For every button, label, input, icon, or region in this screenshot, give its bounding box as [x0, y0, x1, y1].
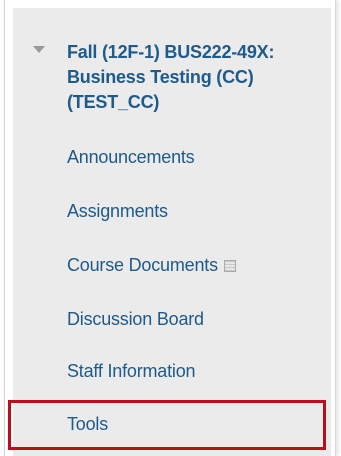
menu-item-staff-information[interactable]: Staff Information: [13, 346, 331, 396]
menu-item-label: Tools: [67, 414, 109, 434]
screenshot-frame: Fall (12F-1) BUS222-49X: Business Testin…: [0, 0, 341, 456]
menu-item-label: Discussion Board: [67, 309, 204, 329]
course-menu: Fall (12F-1) BUS222-49X: Business Testin…: [13, 8, 331, 456]
menu-item-announcements[interactable]: Announcements: [13, 132, 331, 182]
menu-item-discussion-board[interactable]: Discussion Board: [13, 294, 331, 344]
menu-item-course-documents[interactable]: Course Documents: [13, 240, 331, 290]
course-header[interactable]: Fall (12F-1) BUS222-49X: Business Testin…: [13, 32, 331, 128]
menu-item-label: Staff Information: [67, 361, 196, 381]
course-title[interactable]: Fall (12F-1) BUS222-49X: Business Testin…: [67, 40, 329, 115]
collapse-triangle-icon[interactable]: [33, 46, 45, 53]
menu-item-label: Course Documents: [67, 255, 218, 275]
course-menu-panel: Fall (12F-1) BUS222-49X: Business Testin…: [4, 0, 336, 456]
menu-item-label: Assignments: [67, 201, 168, 221]
menu-item-tools[interactable]: Tools: [13, 400, 331, 450]
menu-item-assignments[interactable]: Assignments: [13, 186, 331, 236]
document-icon: [223, 260, 236, 272]
menu-item-label-wrap: Course Documents: [67, 253, 236, 277]
menu-item-label: Announcements: [67, 147, 195, 167]
